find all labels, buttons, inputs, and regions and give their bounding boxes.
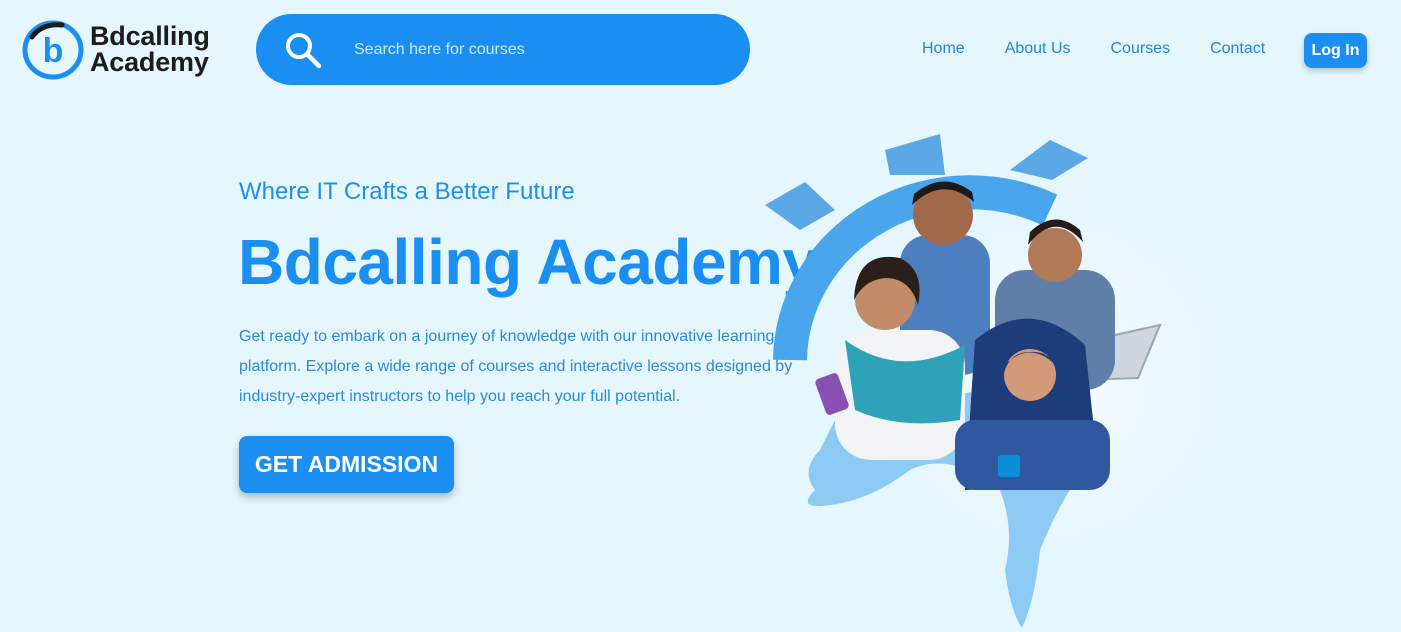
hero-description: Get ready to embark on a journey of know…: [239, 328, 793, 405]
search-input[interactable]: [354, 40, 714, 59]
search-icon[interactable]: [284, 31, 322, 69]
get-admission-button[interactable]: GET ADMISSION: [239, 436, 454, 493]
hero-tagline: Where IT Crafts a Better Future: [239, 178, 575, 205]
nav-courses[interactable]: Courses: [1111, 40, 1171, 58]
nav-home[interactable]: Home: [922, 40, 965, 58]
hero-illustration: [765, 134, 1200, 628]
logo-text-line2: Academy: [90, 47, 209, 77]
nav-contact[interactable]: Contact: [1210, 40, 1265, 58]
svg-text:b: b: [43, 32, 64, 70]
nav-about-us[interactable]: About Us: [1005, 40, 1071, 58]
login-button[interactable]: Log In: [1304, 33, 1367, 68]
main-nav: Home About Us Courses Contact: [922, 40, 1305, 58]
logo-text-line1: Bdcalling: [90, 21, 210, 51]
logo[interactable]: b Bdcalling Academy: [22, 17, 210, 81]
logo-mark-icon: b: [22, 20, 84, 80]
search-bar[interactable]: [256, 14, 750, 85]
hero-title: Bdcalling Academy: [238, 226, 818, 298]
